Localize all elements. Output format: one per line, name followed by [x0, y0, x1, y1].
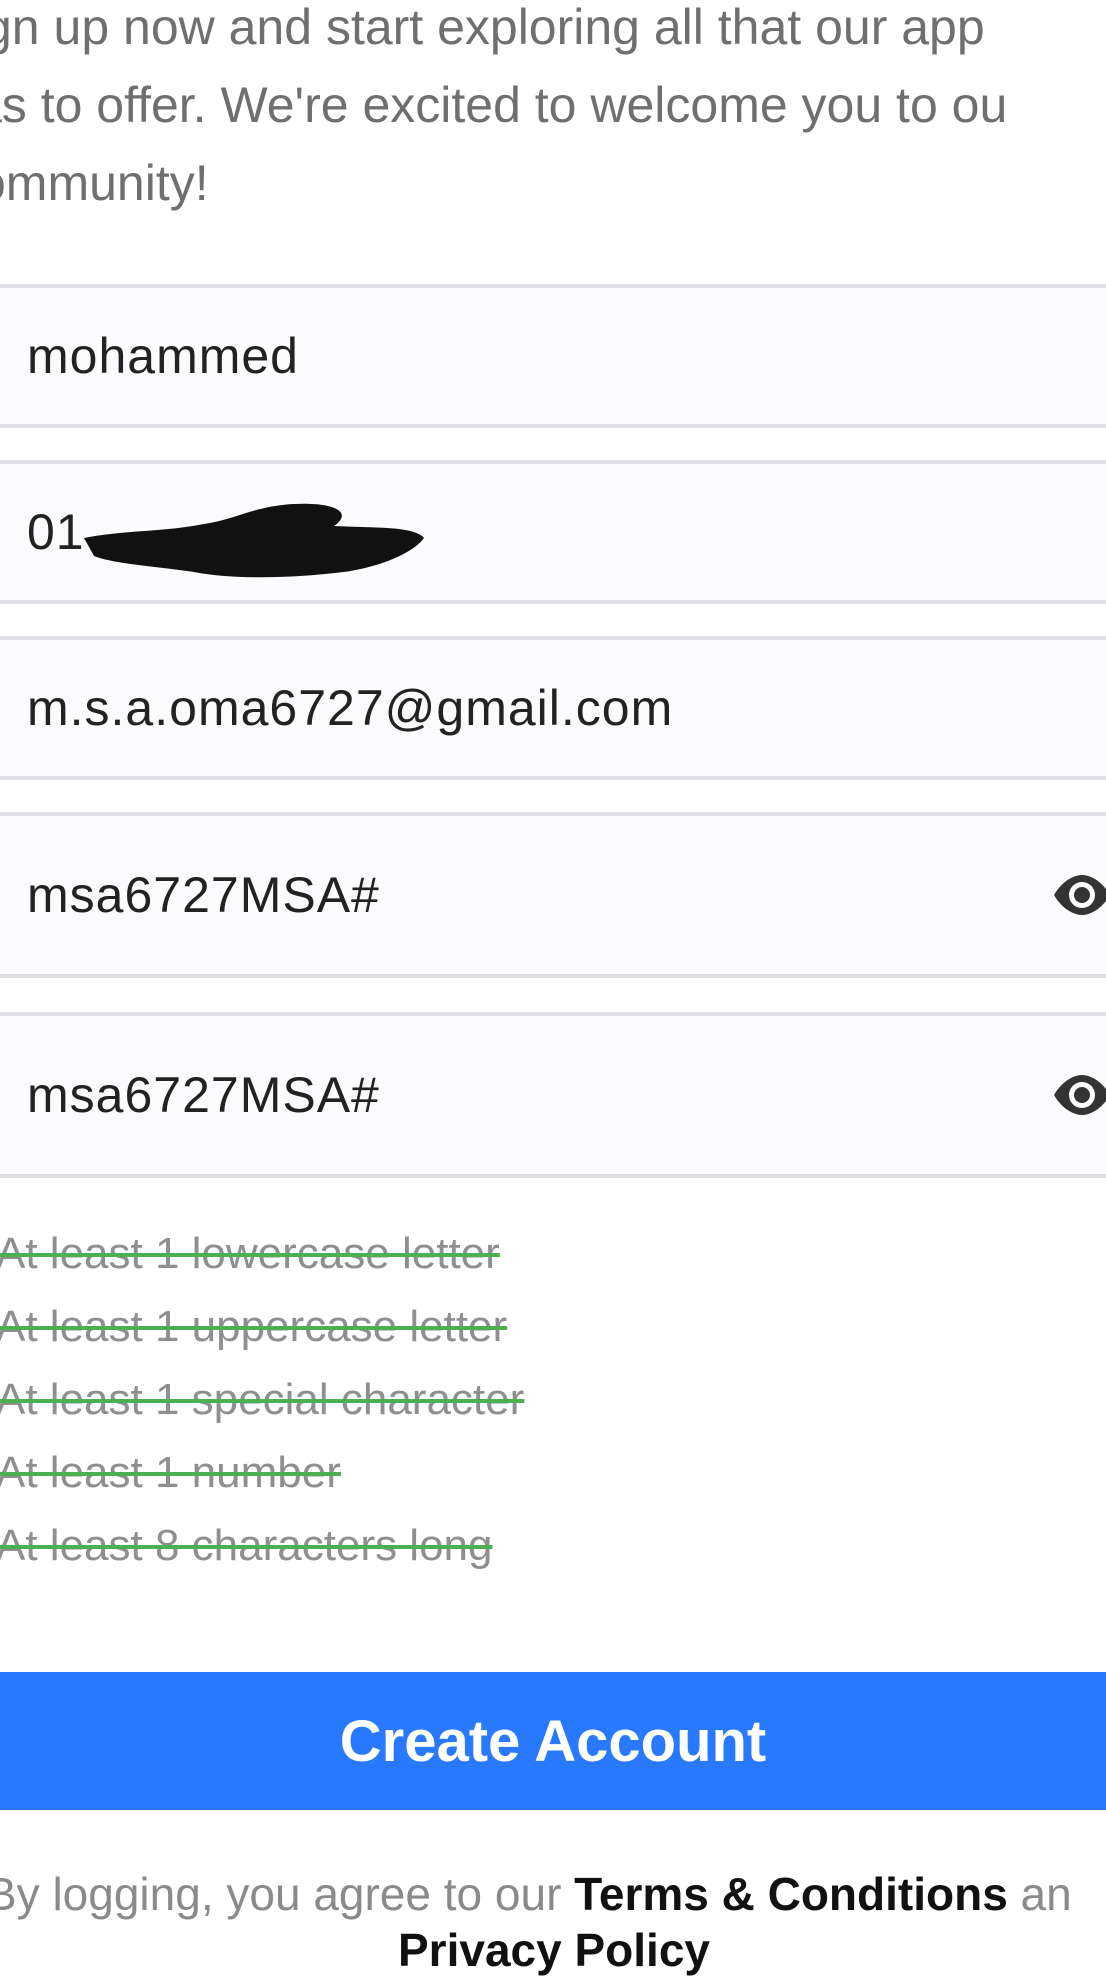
privacy-policy-link[interactable]: Privacy Policy	[398, 1924, 710, 1976]
rule-length: At least 8 characters long	[0, 1521, 493, 1570]
phone-value: 01	[27, 504, 85, 560]
email-field[interactable]: m.s.a.oma6727@gmail.com	[0, 636, 1106, 780]
name-field[interactable]: mohammed	[0, 284, 1106, 428]
eye-icon[interactable]	[1052, 1073, 1106, 1117]
email-value: m.s.a.oma6727@gmail.com	[27, 680, 674, 736]
redaction-mark	[84, 503, 424, 578]
rule-lowercase: At least 1 lowercase letter	[0, 1229, 500, 1278]
password-field[interactable]: msa6727MSA#	[0, 812, 1106, 978]
intro-line-2: as to offer. We're excited to welcome yo…	[0, 77, 1008, 133]
intro-line-3: ommunity!	[0, 155, 209, 211]
legal-line-2: Privacy Policy	[398, 1922, 710, 1978]
terms-link[interactable]: Terms & Conditions	[574, 1868, 1008, 1920]
legal-and: an	[1007, 1868, 1072, 1920]
phone-field[interactable]: 01	[0, 460, 1106, 604]
password-value: msa6727MSA#	[27, 867, 380, 923]
confirm-password-value: msa6727MSA#	[27, 1067, 380, 1123]
intro-line-1: gn up now and start exploring all that o…	[0, 0, 985, 55]
rule-number: At least 1 number	[0, 1448, 341, 1497]
eye-icon[interactable]	[1052, 873, 1106, 917]
legal-line-1: By logging, you agree to our Terms & Con…	[0, 1866, 1072, 1922]
name-value: mohammed	[27, 328, 299, 384]
create-account-button[interactable]: Create Account	[0, 1672, 1106, 1810]
confirm-password-field[interactable]: msa6727MSA#	[0, 1012, 1106, 1178]
rule-special-character: At least 1 special character	[0, 1375, 525, 1424]
legal-prefix: By logging, you agree to our	[0, 1868, 575, 1920]
rule-uppercase: At least 1 uppercase letter	[0, 1302, 508, 1351]
